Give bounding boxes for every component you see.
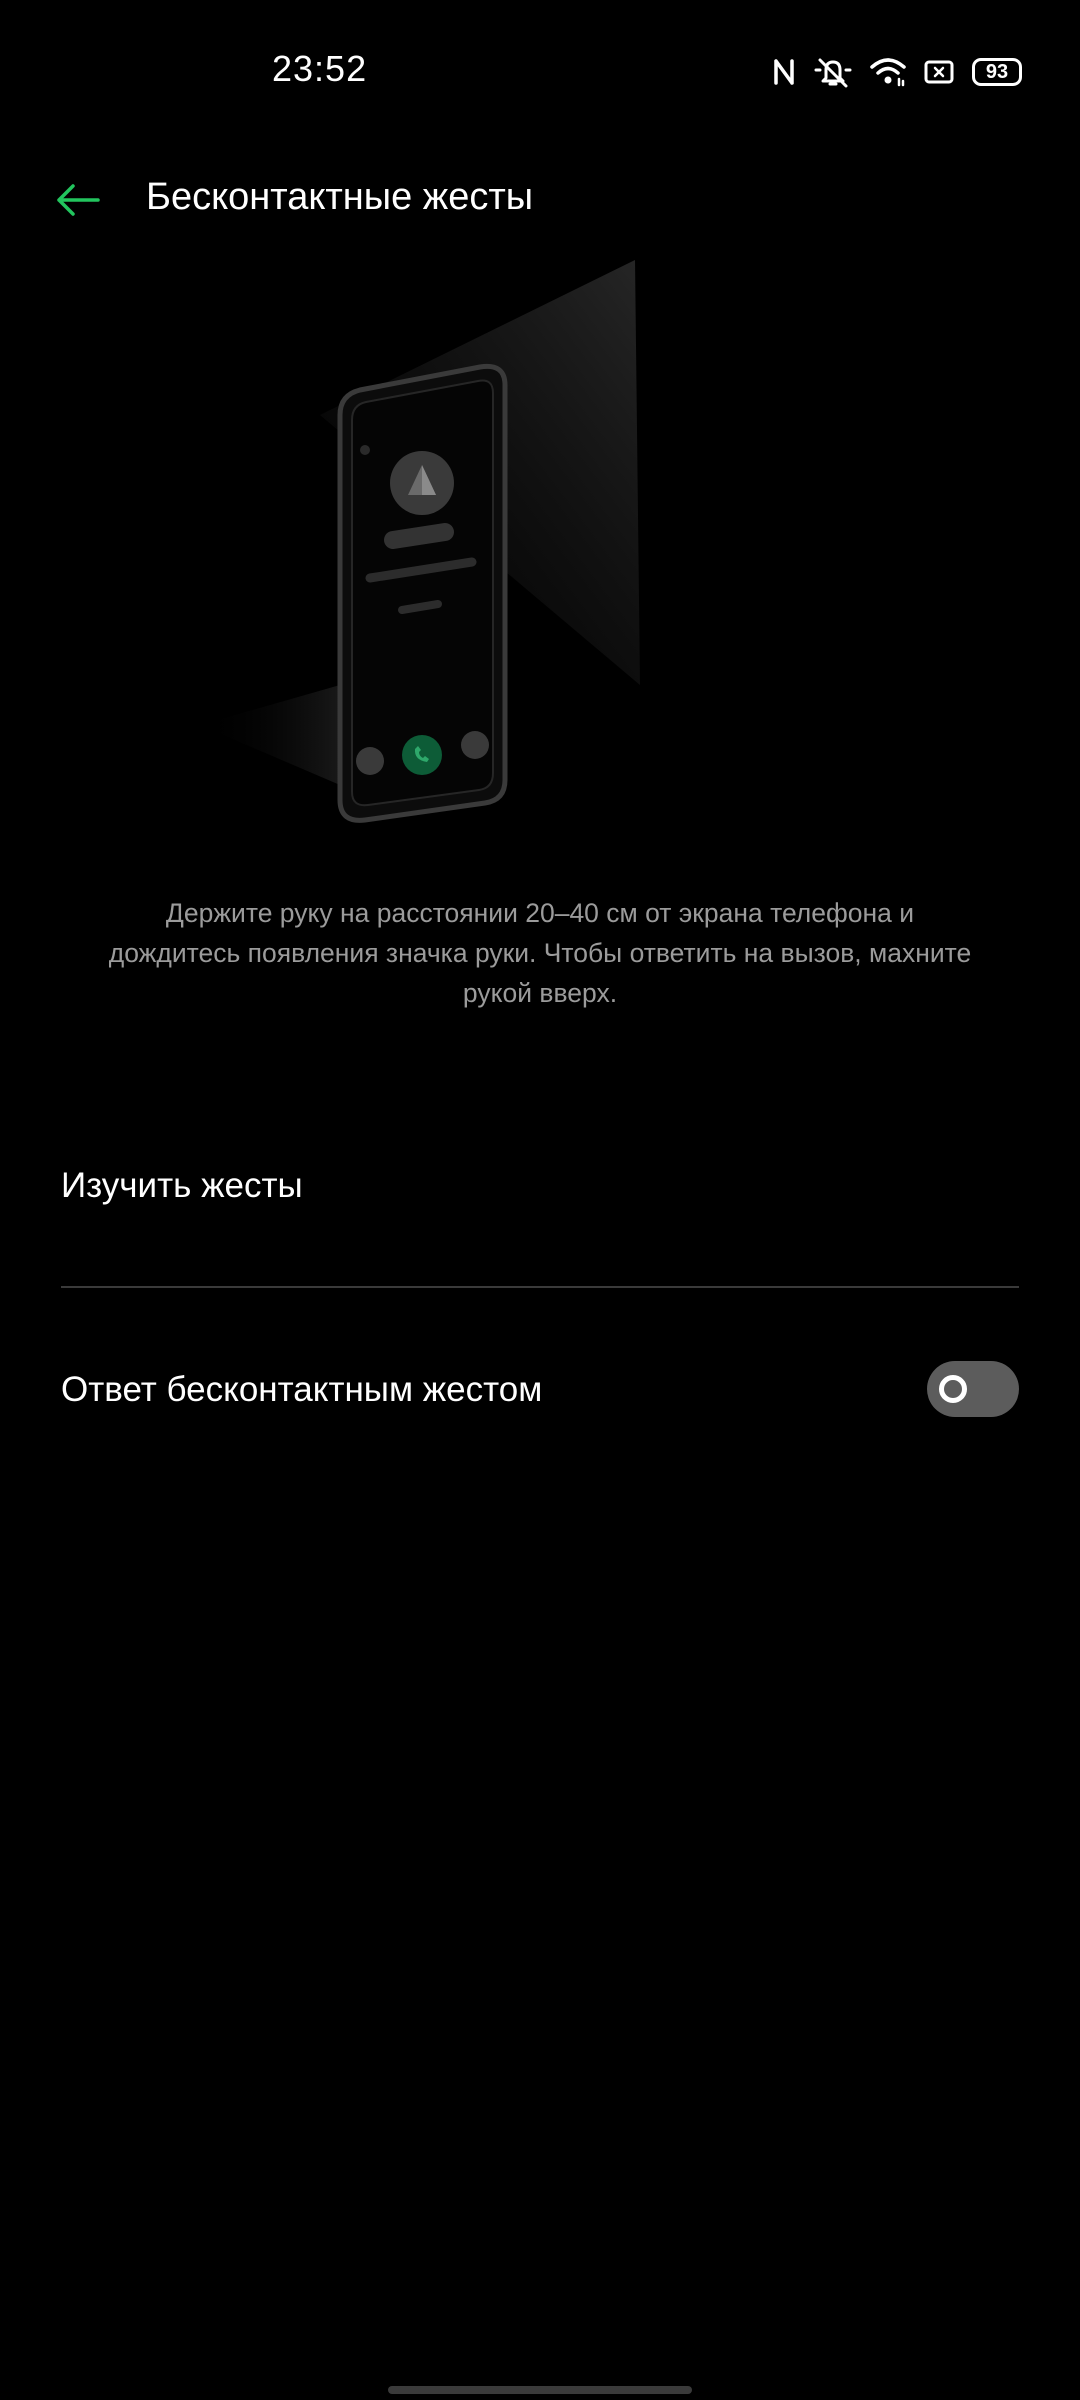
back-button[interactable] [46, 168, 110, 232]
status-icons: 93 [772, 52, 1022, 92]
divider [61, 1286, 1019, 1288]
answer-gesture-switch[interactable] [927, 1361, 1019, 1417]
phone-illustration [180, 255, 680, 835]
wifi-icon [870, 57, 906, 87]
page-title: Бесконтактные жесты [146, 176, 534, 218]
battery-icon: 93 [972, 58, 1022, 86]
mute-icon [814, 56, 852, 88]
nfc-icon [772, 57, 796, 87]
answer-gesture-label: Ответ бесконтактным жестом [61, 1370, 543, 1409]
arrow-left-icon [57, 184, 100, 216]
app-header: Бесконтактные жесты [0, 150, 1080, 250]
switch-knob [939, 1375, 967, 1403]
status-time: 23:52 [272, 48, 368, 89]
learn-gestures-item[interactable]: Изучить жесты [0, 1120, 1080, 1285]
status-bar: 23:52 93 [0, 0, 1080, 140]
gesture-description: Держите руку на расстоянии 20–40 см от э… [108, 898, 972, 1008]
learn-gestures-label: Изучить жесты [61, 1166, 303, 1205]
screen-record-icon [924, 59, 954, 85]
answer-gesture-item[interactable]: Ответ бесконтактным жестом [0, 1290, 1080, 1490]
home-indicator[interactable] [388, 2386, 692, 2394]
